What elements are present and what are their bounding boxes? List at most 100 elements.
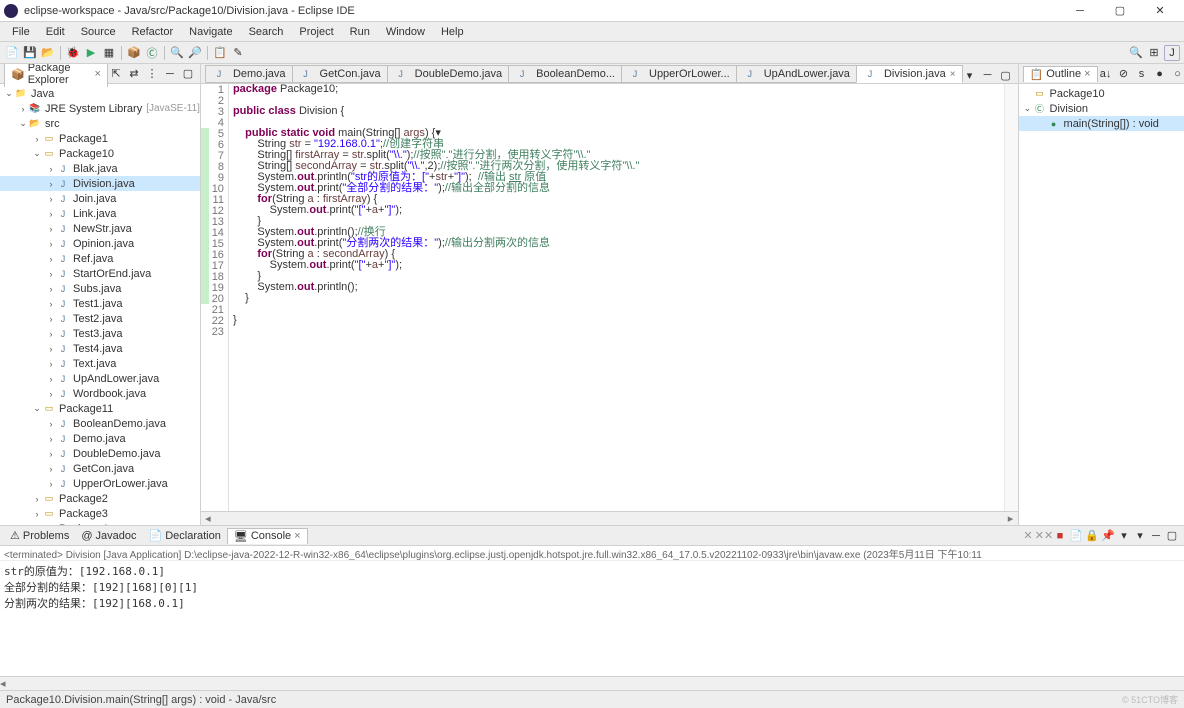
expand-icon[interactable]: › [46,299,56,309]
expand-icon[interactable]: ⌄ [1023,103,1033,114]
bottom-tab-declaration[interactable]: 📄Declaration [143,528,227,543]
run-icon[interactable]: ▶ [83,45,99,61]
close-icon[interactable]: × [294,530,300,542]
file-Test4[interactable]: ›JTest4.java [0,341,200,356]
file-Text[interactable]: ›JText.java [0,356,200,371]
file-Demo[interactable]: ›JDemo.java [0,431,200,446]
file-BooleanDemo[interactable]: ›JBooleanDemo.java [0,416,200,431]
clear-console-icon[interactable]: 📄 [1068,528,1084,544]
close-tab-icon[interactable]: × [950,69,956,80]
file-UpAndLower[interactable]: ›JUpAndLower.java [0,371,200,386]
editor-tab-GetConjava[interactable]: JGetCon.java [292,65,388,83]
console-horizontal-scrollbar[interactable]: ◂ [0,676,1184,690]
code-editor[interactable]: package Package10;public class Division … [229,84,1004,511]
hide-fields-icon[interactable]: ⊘ [1116,66,1132,82]
file-Opinion[interactable]: ›JOpinion.java [0,236,200,251]
expand-icon[interactable]: › [46,209,56,219]
editor-tab-UpAndLowerjava[interactable]: JUpAndLower.java [736,65,857,83]
java-perspective-icon[interactable]: J [1164,45,1180,61]
editor-tab-BooleanDemo[interactable]: JBooleanDemo... [508,65,622,83]
editor-tab-DoubleDemojava[interactable]: JDoubleDemo.java [387,65,509,83]
package-Package2[interactable]: ›▭Package2 [0,491,200,506]
minimize-view-icon[interactable]: ─ [1148,528,1164,544]
close-icon[interactable]: × [1084,68,1090,80]
package-Package3[interactable]: ›▭Package3 [0,506,200,521]
file-Subs[interactable]: ›JSubs.java [0,281,200,296]
expand-icon[interactable]: › [46,224,56,234]
expand-icon[interactable]: › [46,314,56,324]
expand-icon[interactable]: › [46,194,56,204]
expand-icon[interactable]: › [46,464,56,474]
new-package-icon[interactable]: 📦 [126,45,142,61]
expand-icon[interactable]: › [46,479,56,489]
scroll-lock-icon[interactable]: 🔒 [1084,528,1100,544]
sort-icon[interactable]: a↓ [1098,66,1114,82]
save-icon[interactable]: 💾 [22,45,38,61]
maximize-editor-icon[interactable]: ▢ [998,67,1014,83]
bottom-tab-console[interactable]: 🖥Console× [227,528,308,544]
package-10[interactable]: ⌄▭Package10 [0,146,200,161]
expand-icon[interactable]: › [46,374,56,384]
console-output[interactable]: str的原值为：[192.168.0.1] 全部分割的结果：[192][168]… [0,561,1184,676]
toggle-breadcrumb-icon[interactable]: 📋 [212,45,228,61]
menu-help[interactable]: Help [433,24,472,40]
hide-nonpublic-icon[interactable]: ● [1152,66,1168,82]
menu-source[interactable]: Source [73,24,124,40]
expand-icon[interactable]: › [32,134,42,144]
coverage-icon[interactable]: ▦ [101,45,117,61]
expand-icon[interactable]: › [18,104,28,114]
open-perspective-icon[interactable]: ⊞ [1146,45,1162,61]
pin-console-icon[interactable]: 📌 [1100,528,1116,544]
editor-horizontal-scrollbar[interactable]: ◂ ▸ [201,511,1018,525]
file-GetCon[interactable]: ›JGetCon.java [0,461,200,476]
expand-icon[interactable]: ⌄ [18,118,28,129]
menu-refactor[interactable]: Refactor [124,24,182,40]
editor-tab-Demojava[interactable]: JDemo.java [205,65,293,83]
link-editor-icon[interactable]: ⇄ [126,66,142,82]
scroll-right-icon[interactable]: ▸ [1004,512,1018,525]
remove-launch-icon[interactable]: ✕ [1020,528,1036,544]
terminate-icon[interactable]: ■ [1052,528,1068,544]
show-list-icon[interactable]: ▾ [962,67,978,83]
expand-icon[interactable]: › [46,254,56,264]
expand-icon[interactable]: › [46,389,56,399]
expand-icon[interactable]: ⌄ [32,403,42,414]
close-icon[interactable]: × [95,68,101,80]
menu-edit[interactable]: Edit [38,24,73,40]
new-icon[interactable]: 📄 [4,45,20,61]
collapse-all-icon[interactable]: ⇱ [108,66,124,82]
file-StartOrEnd[interactable]: ›JStartOrEnd.java [0,266,200,281]
file-UpperOrLower[interactable]: ›JUpperOrLower.java [0,476,200,491]
expand-icon[interactable]: › [46,344,56,354]
open-console-icon[interactable]: ▾ [1132,528,1148,544]
file-NewStr[interactable]: ›JNewStr.java [0,221,200,236]
outline-class-item[interactable]: ⌄ Ⓒ Division [1019,101,1184,116]
minimize-editor-icon[interactable]: ─ [980,67,996,83]
expand-icon[interactable]: › [46,179,56,189]
file-Ref[interactable]: ›JRef.java [0,251,200,266]
project-java[interactable]: ⌄📁Java [0,86,200,101]
display-selected-icon[interactable]: ▾ [1116,528,1132,544]
menu-window[interactable]: Window [378,24,433,40]
close-button[interactable]: ✕ [1140,0,1180,22]
file-DoubleDemo[interactable]: ›JDoubleDemo.java [0,446,200,461]
overview-ruler[interactable] [1004,84,1018,511]
hide-static-icon[interactable]: s [1134,66,1150,82]
menu-search[interactable]: Search [241,24,292,40]
expand-icon[interactable]: › [46,329,56,339]
outline-tree[interactable]: ▭ Package10 ⌄ Ⓒ Division ● main(String[]… [1019,84,1184,525]
expand-icon[interactable]: › [46,284,56,294]
hide-local-icon[interactable]: ○ [1170,66,1184,82]
file-Division[interactable]: ›JDivision.java [0,176,200,191]
src-folder[interactable]: ⌄📂src [0,116,200,131]
search-icon[interactable]: 🔎 [187,45,203,61]
mark-occurrences-icon[interactable]: ✎ [230,45,246,61]
outline-tab[interactable]: 📋 Outline × [1023,66,1098,82]
file-Test3[interactable]: ›JTest3.java [0,326,200,341]
scroll-left-icon[interactable]: ◂ [0,678,6,690]
editor-tab-UpperOrLower[interactable]: JUpperOrLower... [621,65,737,83]
maximize-view-icon[interactable]: ▢ [1164,528,1180,544]
expand-icon[interactable]: › [46,359,56,369]
menu-navigate[interactable]: Navigate [181,24,240,40]
outline-package-item[interactable]: ▭ Package10 [1019,86,1184,101]
